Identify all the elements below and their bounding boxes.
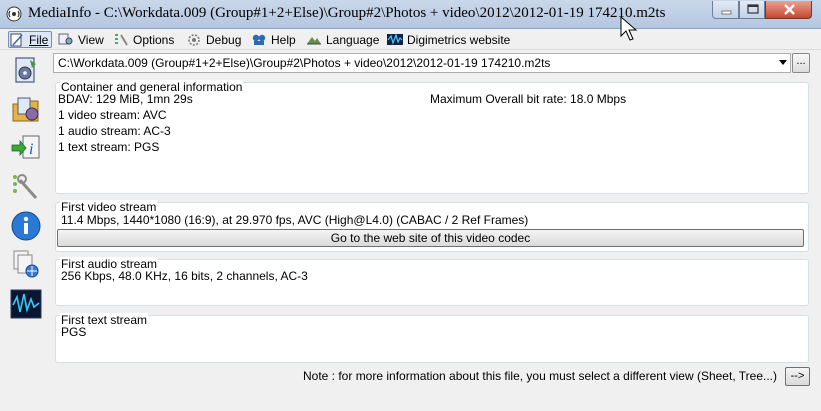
mediainfo-app-icon [6,6,22,22]
title-bar[interactable]: MediaInfo - C:\Workdata.009 (Group#1+2+E… [0,0,821,29]
maximize-icon [747,4,759,14]
file-view-icon [10,33,23,47]
container-info-group: Container and general information BDAV: … [55,80,809,194]
minimize-button[interactable] [712,1,739,19]
menu-language-label: Language [326,32,380,47]
menu-digimetrics-label: Digimetrics website [407,32,511,47]
video-stream-details: 11.4 Mbps, 1440*1080 (16:9), at 29.970 f… [61,213,529,227]
menu-debug[interactable]: Debug [186,31,241,48]
options-icon [115,34,128,46]
video-stream-count: 1 video stream: AVC [58,108,167,122]
digimetrics-icon[interactable] [10,288,42,320]
container-bitrate-line: Maximum Overall bit rate: 18.0 Mbps [430,92,627,106]
digimetrics-icon [387,33,403,45]
maximize-button[interactable] [739,1,765,19]
toolbar-sidebar: i [0,50,52,411]
chevron-down-icon[interactable] [779,60,787,65]
preferences-icon[interactable] [10,170,42,202]
menu-bar: File View Options Debug Help Language Di… [0,29,821,50]
video-codec-website-button[interactable]: Go to the web site of this video codec [57,229,804,247]
menu-digimetrics-website[interactable]: Digimetrics website [387,31,510,48]
open-folder-icon[interactable] [10,94,42,126]
mouse-cursor-icon [620,16,638,41]
menu-file-label: File [29,32,49,47]
file-selector-dropdown[interactable]: C:\Workdata.009 (Group#1+2+Else)\Group#2… [53,53,791,73]
footer-note: Note : for more information about this f… [303,369,777,383]
menu-debug-label: Debug [206,32,242,47]
menu-help[interactable]: Help [251,31,296,48]
svg-text:i: i [29,141,33,158]
about-icon[interactable] [10,210,42,242]
browse-button[interactable]: ... [792,53,810,73]
close-button[interactable] [765,1,812,19]
debug-icon [188,34,200,46]
language-icon [307,37,321,45]
video-group-title: First video stream [60,200,158,214]
audio-stream-group: First audio stream 256 Kbps, 48.0 KHz, 1… [55,257,809,306]
minimize-icon [721,10,732,15]
container-format-line: BDAV: 129 MiB, 1mn 29s [58,92,193,106]
open-file-icon[interactable] [10,54,42,86]
menu-options[interactable]: Options [113,31,174,48]
view-icon [58,33,73,45]
audio-stream-details: 256 Kbps, 48.0 KHz, 16 bits, 2 channels,… [61,269,308,283]
menu-view-label: View [78,32,104,47]
audio-stream-count: 1 audio stream: AC-3 [58,124,171,138]
close-icon [784,4,795,15]
file-selector-value: C:\Workdata.009 (Group#1+2+Else)\Group#2… [58,56,551,70]
menu-language[interactable]: Language [306,31,379,48]
text-stream-details: PGS [61,325,87,339]
menu-help-label: Help [271,32,296,47]
menu-file[interactable]: File [8,31,52,48]
text-stream-count: 1 text stream: PGS [58,140,160,154]
menu-options-label: Options [133,32,175,47]
text-stream-group: First text stream PGS [55,313,809,363]
menu-view[interactable]: View [58,31,104,48]
export-icon[interactable]: i [10,132,42,164]
window-title: MediaInfo - C:\Workdata.009 (Group#1+2+E… [28,5,666,21]
knowledge-base-icon[interactable] [10,248,42,280]
more-info-button[interactable]: --> [785,367,810,386]
help-icon [252,34,266,45]
